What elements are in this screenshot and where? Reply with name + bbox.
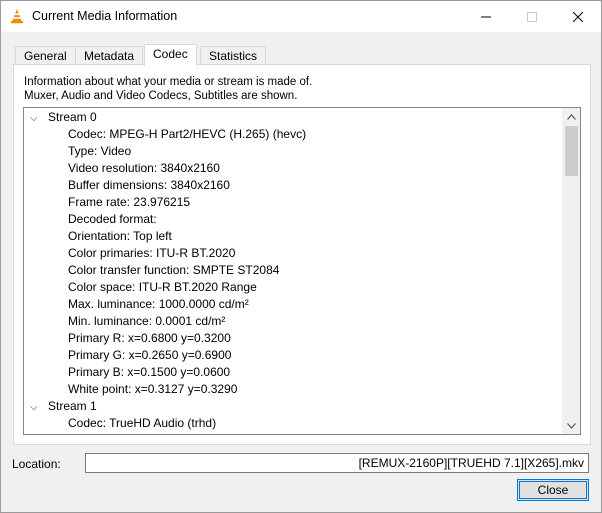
stream-label: Stream 0	[48, 110, 97, 124]
tree-property: Primary B: x=0.1500 y=0.0600	[68, 365, 231, 379]
window-close-button[interactable]	[555, 1, 601, 32]
tree-node-stream-1[interactable]: ⌵ Stream 1	[30, 398, 97, 415]
tree-property: Type: Video	[68, 144, 132, 158]
codec-panel: Information about what your media or str…	[13, 64, 591, 445]
codec-tree[interactable]: ⌵ Stream 0 Codec: MPEG-H Part2/HEVC (H.26…	[23, 107, 581, 435]
chevron-down-icon[interactable]: ⌵	[30, 110, 42, 127]
tab-statistics[interactable]: Statistics	[200, 46, 267, 65]
minimize-button[interactable]	[463, 1, 509, 32]
chevron-down-icon	[567, 422, 576, 429]
codec-description: Information about what your media or str…	[24, 75, 312, 103]
tree-property: Primary G: x=0.2650 y=0.6900	[68, 348, 232, 362]
tree-property: White point: x=0.3127 y=0.3290	[68, 382, 238, 396]
scroll-thumb[interactable]	[565, 126, 578, 176]
tree-property: Frame rate: 23.976215	[68, 195, 191, 209]
close-button[interactable]: Close	[517, 479, 589, 501]
tab-codec[interactable]: Codec	[144, 44, 197, 66]
maximize-button	[509, 1, 555, 32]
tree-property: Codec: TrueHD Audio (trhd)	[68, 416, 217, 430]
title-bar[interactable]: Current Media Information	[1, 1, 601, 32]
tree-property: Min. luminance: 0.0001 cd/m²	[68, 314, 226, 328]
tree-property: Orientation: Top left	[68, 229, 172, 243]
scroll-down-button[interactable]	[563, 417, 580, 434]
tree-property: Codec: MPEG-H Part2/HEVC (H.265) (hevc)	[68, 127, 307, 141]
media-info-window: Current Media Information General Metada…	[0, 0, 602, 513]
vertical-scrollbar[interactable]	[562, 108, 580, 434]
tree-property: Primary R: x=0.6800 y=0.3200	[68, 331, 231, 345]
tree-property: Color transfer function: SMPTE ST2084	[68, 263, 280, 277]
tree-property: Decoded format:	[68, 212, 157, 226]
window-title: Current Media Information	[32, 9, 178, 23]
chevron-up-icon	[567, 113, 576, 120]
tree-property: Color space: ITU-R BT.2020 Range	[68, 280, 257, 294]
vlc-cone-icon	[11, 9, 23, 24]
minimize-icon	[481, 16, 491, 17]
stream-label: Stream 1	[48, 399, 97, 413]
tree-property: Video resolution: 3840x2160	[68, 161, 220, 175]
codec-tree-content: ⌵ Stream 0 Codec: MPEG-H Part2/HEVC (H.26…	[24, 108, 562, 434]
maximize-icon	[527, 11, 537, 22]
location-field[interactable]: [REMUX-2160P][TRUEHD 7.1][X265].mkv	[85, 453, 589, 473]
tree-property: Color primaries: ITU-R BT.2020	[68, 246, 236, 260]
close-icon	[573, 11, 583, 22]
scroll-up-button[interactable]	[563, 108, 580, 125]
intro-line-1: Information about what your media or str…	[24, 76, 313, 88]
tab-metadata[interactable]: Metadata	[75, 46, 144, 65]
tab-general[interactable]: General	[15, 46, 76, 65]
tree-property: Buffer dimensions: 3840x2160	[68, 178, 230, 192]
location-label: Location:	[12, 457, 61, 471]
intro-line-2: Muxer, Audio and Video Codecs, Subtitles…	[24, 90, 298, 102]
tree-property: Max. luminance: 1000.0000 cd/m²	[68, 297, 249, 311]
chevron-down-icon[interactable]: ⌵	[30, 399, 42, 416]
tree-node-stream-0[interactable]: ⌵ Stream 0	[30, 109, 97, 126]
location-value: [REMUX-2160P][TRUEHD 7.1][X265].mkv	[358, 456, 584, 470]
